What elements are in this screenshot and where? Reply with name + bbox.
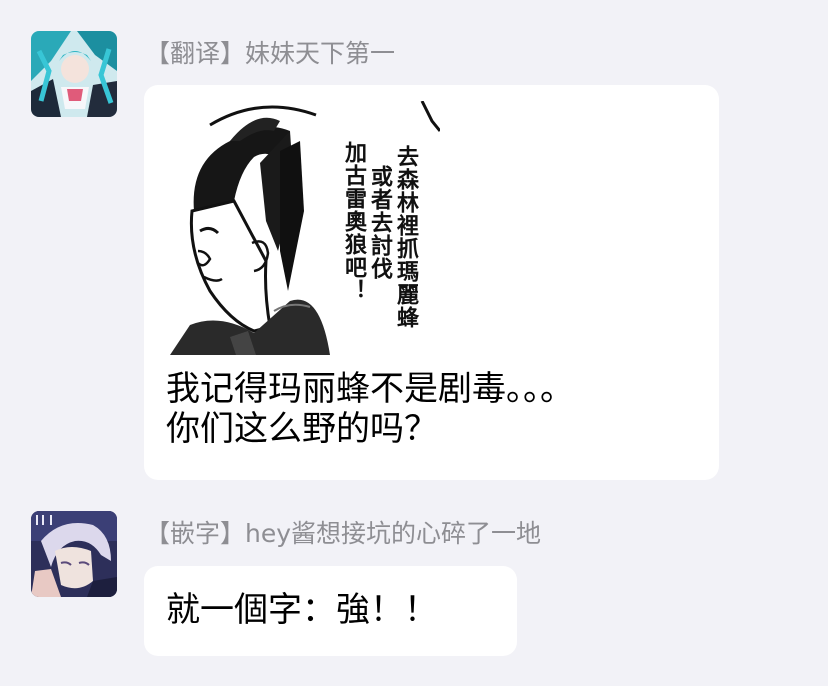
message-text-line-1: 我记得玛丽蜂不是剧毒。。。 — [166, 369, 574, 409]
anime-boy-avatar-image — [31, 511, 117, 597]
manga-speech-col-3: 加古雷奧狼吧！ — [341, 141, 366, 302]
message-bubble-1[interactable]: 去森林裡抓瑪麗蜂 或者去討伐 加古雷奧狼吧！ 我记得玛丽蜂不是剧毒。。。 你们这… — [144, 85, 719, 480]
manga-image[interactable]: 去森林裡抓瑪麗蜂 或者去討伐 加古雷奧狼吧！ — [170, 101, 440, 355]
sender-name-1: 【翻译】妹妹天下第一 — [145, 39, 396, 68]
message-bubble-2[interactable]: 就一個字：強！！ — [144, 566, 517, 656]
manga-speech-col-2: 或者去討伐 — [367, 165, 392, 280]
anime-girl-avatar-image — [31, 31, 117, 117]
message-text-line-2: 你们这么野的吗？ — [166, 409, 438, 449]
sender-avatar-1[interactable] — [31, 31, 117, 117]
message-text: 就一個字：強！！ — [166, 590, 438, 630]
sender-name-2: 【嵌字】hey酱想接坑的心碎了一地 — [145, 519, 542, 548]
sender-avatar-2[interactable] — [31, 511, 117, 597]
manga-speech-col-1: 去森林裡抓瑪麗蜂 — [393, 145, 418, 329]
